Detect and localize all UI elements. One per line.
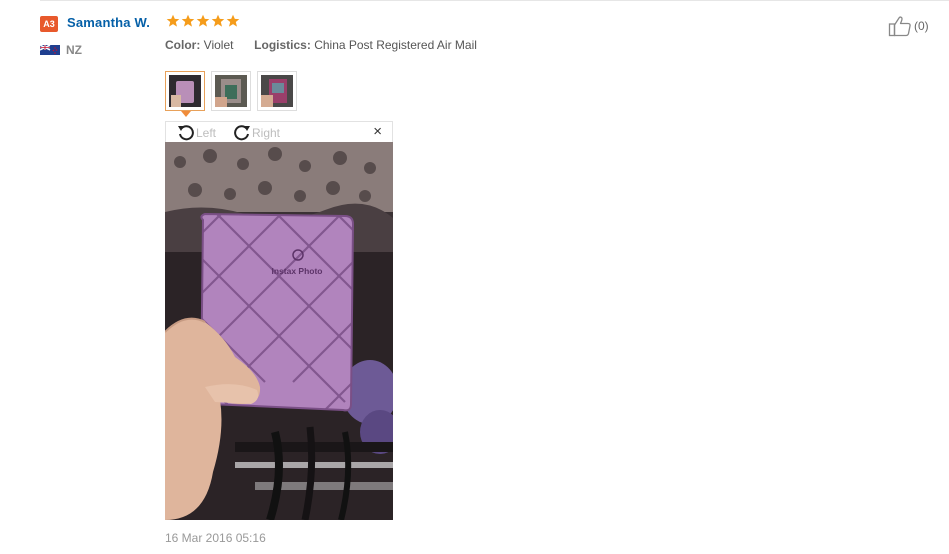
buyer-name-link[interactable]: Samantha W. — [67, 15, 150, 30]
buyer-level-badge: A3 — [40, 16, 58, 32]
color-value: Violet — [203, 38, 234, 52]
close-viewer-button[interactable]: × — [373, 124, 382, 140]
logistics-value: China Post Registered Air Mail — [314, 38, 477, 52]
star-icon — [166, 14, 180, 27]
image-viewer-toolbar: Left Right × — [165, 121, 393, 142]
rotate-left-button[interactable]: Left — [176, 123, 216, 143]
rotate-right-button[interactable]: Right — [232, 123, 280, 143]
thumbnail-1[interactable] — [165, 71, 205, 111]
logistics-label: Logistics: — [254, 38, 311, 52]
active-thumbnail-pointer — [181, 111, 191, 117]
thumbnail-3[interactable] — [257, 71, 297, 111]
rotate-right-label: Right — [252, 126, 281, 140]
thumbs-up-icon — [888, 16, 911, 37]
review-photo-large: Instax Photo — [165, 142, 393, 520]
helpful-count: (0) — [914, 19, 929, 33]
star-icon — [196, 14, 210, 27]
review-date: 16 Mar 2016 05:16 — [165, 531, 266, 545]
star-icon — [181, 14, 195, 27]
thumbnail-2[interactable] — [211, 71, 251, 111]
review-image-thumbnails — [165, 71, 297, 111]
album-brand-text: Instax Photo — [271, 266, 322, 276]
new-zealand-flag-icon — [40, 45, 60, 55]
order-info: Color: Violet Logistics: China Post Regi… — [165, 38, 477, 52]
star-icon — [211, 14, 225, 27]
rotate-right-icon — [234, 125, 250, 141]
rotate-left-icon — [178, 125, 194, 141]
color-label: Color: — [165, 38, 201, 52]
helpful-button[interactable]: (0) — [888, 15, 929, 37]
top-divider — [40, 0, 949, 1]
buyer-country: NZ — [66, 43, 82, 57]
rotate-left-label: Left — [196, 126, 217, 140]
star-icon — [226, 14, 240, 27]
rating-stars — [166, 14, 240, 28]
